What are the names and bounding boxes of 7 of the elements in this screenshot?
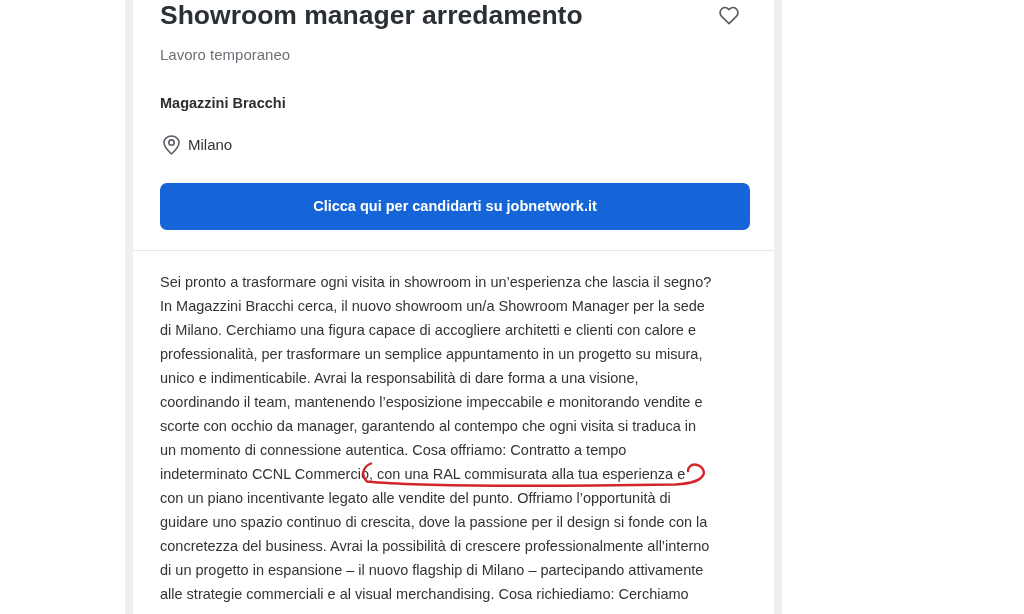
apply-button[interactable]: Clicca qui per candidarti su jobnetwork.it (160, 183, 750, 230)
heart-icon[interactable] (719, 5, 739, 25)
contract-type: Lavoro temporaneo (160, 45, 292, 65)
job-title: Showroom manager arredamento (160, 0, 583, 30)
company-name: Magazzini Bracchi (160, 94, 287, 113)
location-text: Milano (188, 135, 233, 155)
location-pin-icon (163, 135, 180, 155)
